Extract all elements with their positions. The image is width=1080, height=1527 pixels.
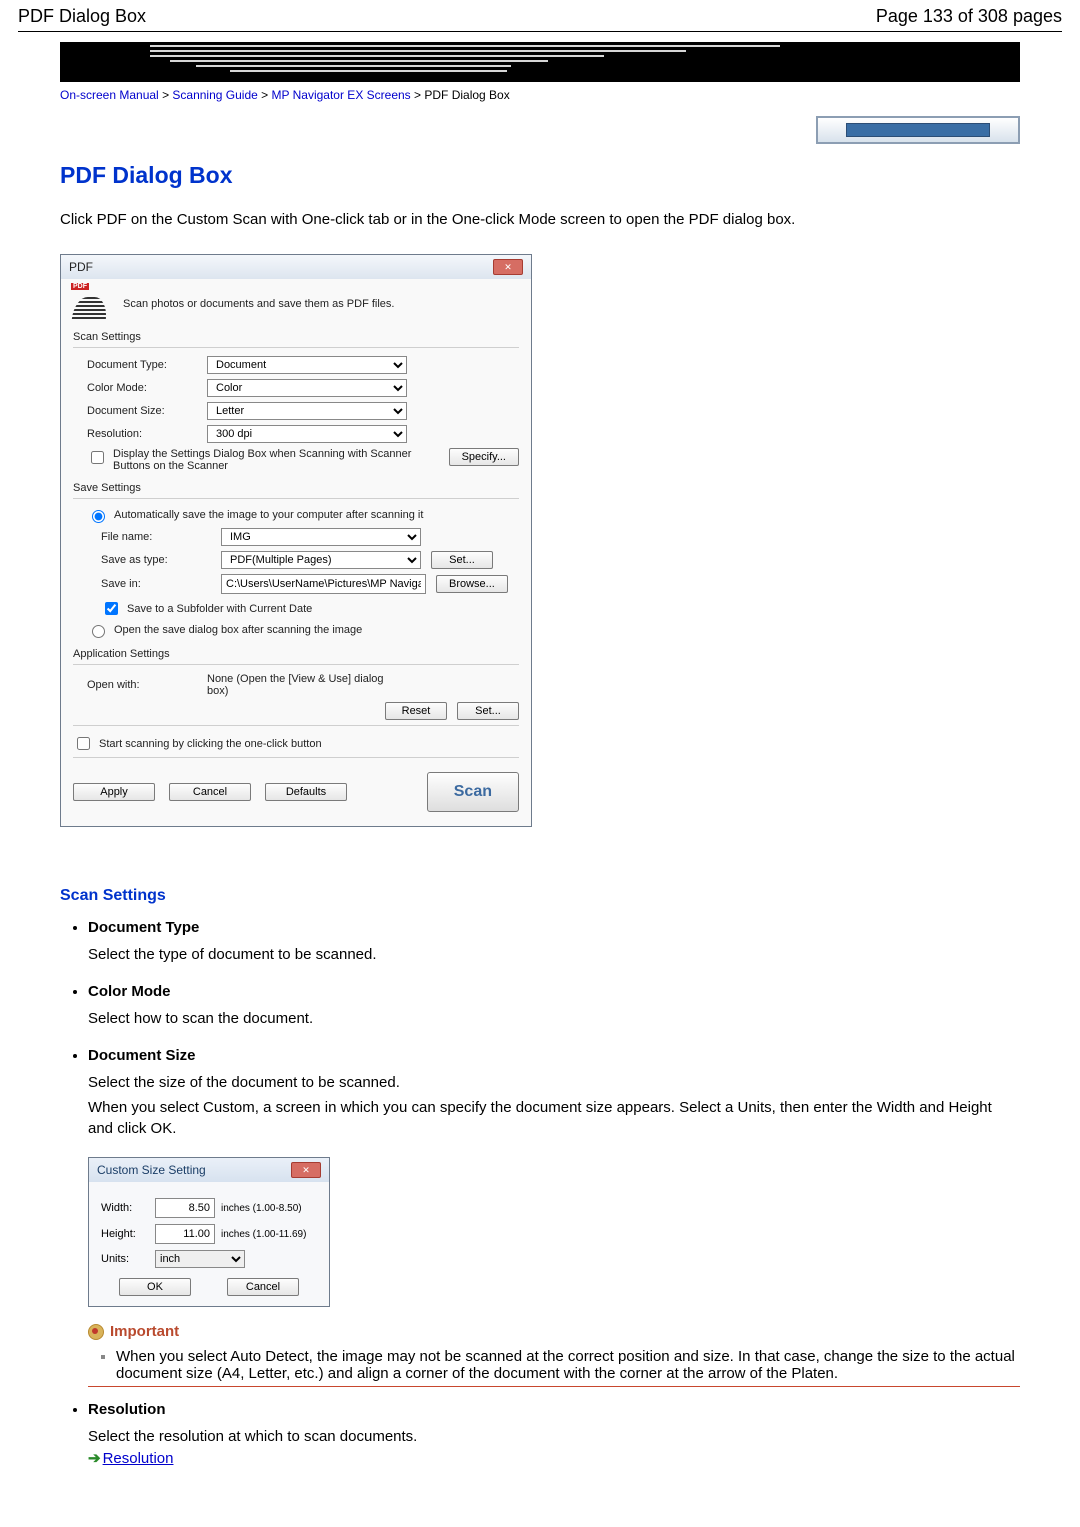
breadcrumb-link-screens[interactable]: MP Navigator EX Screens: [272, 88, 411, 102]
resolution-label: Resolution:: [87, 428, 207, 440]
width-label: Width:: [101, 1202, 149, 1214]
breadcrumb-sep: >: [261, 88, 271, 102]
scan-settings-label: Scan Settings: [73, 331, 519, 343]
cancel-button[interactable]: Cancel: [169, 783, 251, 801]
height-label: Height:: [101, 1228, 149, 1240]
browse-button[interactable]: Browse...: [436, 575, 508, 593]
arrow-icon: ➔: [88, 1450, 101, 1467]
header-rule: [18, 31, 1062, 32]
file-name-select[interactable]: IMG: [221, 528, 421, 546]
page-header-right: Page 133 of 308 pages: [876, 6, 1062, 27]
important-heading: Important: [88, 1323, 1020, 1340]
auto-save-label: Automatically save the image to your com…: [114, 509, 423, 521]
resolution-title: Resolution: [88, 1401, 1020, 1418]
save-as-label: Save as type:: [101, 554, 221, 566]
doc-type-title: Document Type: [88, 919, 1020, 936]
list-item: Document Type Select the type of documen…: [88, 919, 1020, 965]
units-label: Units:: [101, 1253, 149, 1265]
save-settings-label: Save Settings: [73, 482, 519, 494]
dialog-title-text: PDF: [69, 260, 93, 274]
set-button[interactable]: Set...: [431, 551, 493, 569]
open-with-value: None (Open the [View & Use] dialog box): [207, 673, 407, 697]
breadcrumb-link-guide[interactable]: Scanning Guide: [172, 88, 257, 102]
resolution-link[interactable]: Resolution: [103, 1450, 174, 1467]
color-mode-label: Color Mode:: [87, 382, 207, 394]
save-as-select[interactable]: PDF(Multiple Pages): [221, 551, 421, 569]
save-in-input[interactable]: [221, 574, 426, 594]
color-mode-body: Select how to scan the document.: [88, 1008, 1020, 1029]
start-scan-checkbox[interactable]: [77, 737, 90, 750]
reset-button[interactable]: Reset: [385, 702, 447, 720]
defaults-button[interactable]: Defaults: [265, 783, 347, 801]
list-item: Color Mode Select how to scan the docume…: [88, 983, 1020, 1029]
breadcrumb-sep: >: [414, 88, 424, 102]
resolution-select[interactable]: 300 dpi: [207, 425, 407, 443]
group-sep: [73, 347, 519, 348]
custom-size-dialog: Custom Size Setting ✕ Width: inches (1.0…: [88, 1157, 330, 1307]
banner-lines: [150, 42, 780, 82]
doc-size-label: Document Size:: [87, 405, 207, 417]
subfolder-checkbox[interactable]: [105, 602, 118, 615]
doc-size-title: Document Size: [88, 1047, 1020, 1064]
page-header-left: PDF Dialog Box: [18, 6, 146, 27]
dialog-desc: Scan photos or documents and save them a…: [123, 298, 394, 310]
doc-type-body: Select the type of document to be scanne…: [88, 944, 1020, 965]
scan-button[interactable]: Scan: [427, 772, 519, 812]
color-mode-title: Color Mode: [88, 983, 1020, 1000]
height-input[interactable]: [155, 1224, 215, 1244]
breadcrumb-link-manual[interactable]: On-screen Manual: [60, 88, 159, 102]
doc-size-body-1: Select the size of the document to be sc…: [88, 1072, 1020, 1093]
group-sep: [73, 664, 519, 665]
open-save-radio[interactable]: [92, 625, 105, 638]
group-sep: [73, 498, 519, 499]
banner: [60, 42, 1020, 82]
pdf-dialog: PDF ✕ PDF Scan photos or documents and s…: [60, 254, 532, 827]
group-sep: [73, 757, 519, 758]
height-hint: inches (1.00-11.69): [221, 1229, 306, 1240]
save-in-label: Save in:: [101, 578, 221, 590]
width-input[interactable]: [155, 1198, 215, 1218]
doc-type-select[interactable]: Document: [207, 356, 407, 374]
units-select[interactable]: inch: [155, 1250, 245, 1268]
warning-icon: [88, 1324, 104, 1340]
breadcrumb-current: PDF Dialog Box: [424, 88, 509, 102]
width-hint: inches (1.00-8.50): [221, 1203, 302, 1214]
ok-button[interactable]: OK: [119, 1278, 191, 1296]
subfolder-label: Save to a Subfolder with Current Date: [127, 603, 312, 615]
close-icon[interactable]: ✕: [291, 1162, 321, 1178]
auto-save-radio[interactable]: [92, 510, 105, 523]
pdf-icon-label: PDF: [71, 283, 89, 290]
cancel-button-small[interactable]: Cancel: [227, 1278, 299, 1296]
breadcrumb-sep: >: [162, 88, 172, 102]
close-icon[interactable]: ✕: [493, 259, 523, 275]
scan-settings-heading: Scan Settings: [60, 887, 1020, 905]
resolution-body: Select the resolution at which to scan d…: [88, 1426, 1020, 1447]
apply-button[interactable]: Apply: [73, 783, 155, 801]
important-note-item: When you select Auto Detect, the image m…: [116, 1348, 1020, 1382]
important-rule: [88, 1386, 1020, 1387]
list-item: Resolution Select the resolution at whic…: [88, 1401, 1020, 1467]
doc-size-body-2: When you select Custom, a screen in whic…: [88, 1097, 1020, 1139]
page-title: PDF Dialog Box: [60, 162, 1020, 189]
open-save-label: Open the save dialog box after scanning …: [114, 624, 362, 636]
start-scan-label: Start scanning by clicking the one-click…: [99, 738, 322, 750]
doc-type-label: Document Type:: [87, 359, 207, 371]
color-mode-select[interactable]: Color: [207, 379, 407, 397]
decor-bar-icon: [816, 116, 1020, 144]
pdf-icon: PDF: [73, 289, 111, 319]
intro-text: Click PDF on the Custom Scan with One-cl…: [60, 209, 1020, 230]
set-button-2[interactable]: Set...: [457, 702, 519, 720]
group-sep: [73, 725, 519, 726]
specify-button[interactable]: Specify...: [449, 448, 519, 466]
display-settings-checkbox[interactable]: [91, 451, 104, 464]
file-name-label: File name:: [101, 531, 221, 543]
app-settings-label: Application Settings: [73, 648, 519, 660]
breadcrumb: On-screen Manual > Scanning Guide > MP N…: [60, 82, 1020, 116]
important-title: Important: [110, 1323, 179, 1340]
list-item: Document Size Select the size of the doc…: [88, 1047, 1020, 1387]
doc-size-select[interactable]: Letter: [207, 402, 407, 420]
open-with-label: Open with:: [87, 679, 207, 691]
custom-size-title: Custom Size Setting: [97, 1163, 206, 1177]
display-settings-label: Display the Settings Dialog Box when Sca…: [113, 448, 443, 472]
